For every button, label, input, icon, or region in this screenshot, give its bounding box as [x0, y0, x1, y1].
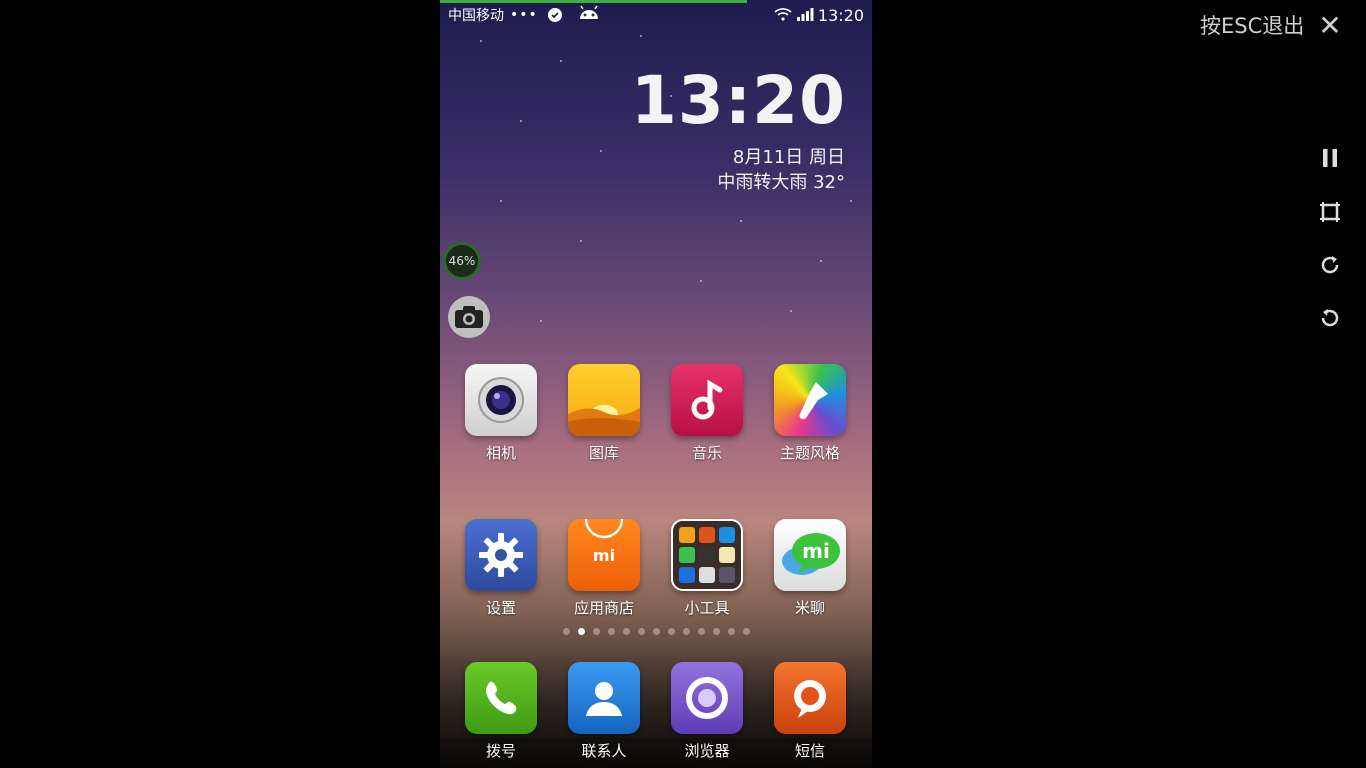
app-camera[interactable]: 相机 [453, 364, 549, 463]
gallery-icon [568, 364, 640, 436]
app-label: 米聊 [794, 599, 825, 617]
check-icon [547, 8, 562, 22]
page-dot[interactable] [607, 628, 615, 635]
page-dot[interactable] [727, 628, 735, 635]
clock-widget-time[interactable]: 13:20 [631, 62, 846, 139]
music-icon [671, 364, 743, 436]
esc-exit-hint[interactable]: 按ESC退出 ✕ [1200, 9, 1342, 42]
page-dot[interactable] [682, 628, 690, 635]
android-icon [578, 5, 600, 25]
page-dot[interactable] [652, 628, 660, 635]
fullscreen-icon[interactable] [1316, 198, 1344, 226]
browser-icon [671, 662, 743, 734]
page-dot[interactable] [562, 628, 570, 635]
esc-hint-label: 按ESC退出 [1200, 14, 1305, 38]
app-label: 拨号 [485, 742, 516, 760]
miliao-chat-icon: mi [774, 519, 846, 591]
page-dot[interactable] [577, 628, 585, 635]
phone-screen: 中国移动 ••• 13:20 13:20 8月11日 周日 中雨转大雨 32° … [440, 0, 872, 768]
app-label: 图库 [588, 444, 619, 462]
app-contacts[interactable]: 联系人 [556, 662, 652, 761]
app-browser[interactable]: 浏览器 [659, 662, 755, 761]
pause-icon[interactable] [1316, 144, 1344, 172]
clock-widget-weather[interactable]: 中雨转大雨 32° [717, 168, 845, 194]
contacts-icon [568, 662, 640, 734]
status-bar: 中国移动 ••• 13:20 [440, 3, 872, 27]
app-themes[interactable]: 主题风格 [762, 364, 858, 463]
clock-widget-date: 8月11日 周日 [732, 147, 845, 168]
settings-gear-icon [465, 519, 537, 591]
rotate-counterclockwise-icon[interactable] [1316, 304, 1344, 332]
app-label: 设置 [485, 599, 516, 617]
memory-percent: 46% [448, 254, 476, 268]
app-tools-folder[interactable]: 小工具 [659, 519, 755, 618]
page-dot[interactable] [697, 628, 705, 635]
camera-app-icon [465, 364, 537, 436]
page-dot[interactable] [712, 628, 720, 635]
page-dot[interactable] [592, 628, 600, 635]
phone-dialer-icon [465, 662, 537, 734]
app-miliao[interactable]: mi 米聊 [762, 519, 858, 618]
app-music[interactable]: 音乐 [659, 364, 755, 463]
app-label: 主题风格 [779, 444, 840, 462]
signal-icon [796, 6, 814, 25]
memory-booster-ball[interactable]: 46% [443, 242, 481, 280]
app-gallery[interactable]: 图库 [556, 364, 652, 463]
carrier-name: 中国移动 [448, 8, 504, 24]
close-icon[interactable]: ✕ [1318, 9, 1341, 42]
miliao-mark: mi [802, 539, 830, 563]
status-time: 13:20 [817, 5, 864, 25]
app-label: 音乐 [691, 444, 722, 462]
rotate-clockwise-icon[interactable] [1316, 251, 1344, 279]
page-dot[interactable] [637, 628, 645, 635]
app-messages[interactable]: 短信 [762, 662, 858, 761]
app-label: 小工具 [684, 599, 730, 617]
page-dot[interactable] [667, 628, 675, 635]
page-dot[interactable] [622, 628, 630, 635]
page-dot[interactable] [742, 628, 750, 635]
wifi-icon [774, 6, 792, 25]
screenshot-camera-icon[interactable] [448, 296, 490, 338]
app-store-icon: mi [568, 519, 640, 591]
notification-dots: ••• [510, 7, 538, 23]
app-label: 浏览器 [684, 742, 730, 760]
app-store[interactable]: mi 应用商店 [556, 519, 652, 618]
messages-icon [774, 662, 846, 734]
app-label: 联系人 [581, 742, 627, 760]
home-page-indicator[interactable] [440, 628, 872, 635]
app-label: 短信 [794, 742, 825, 760]
app-settings[interactable]: 设置 [453, 519, 549, 618]
app-dialer[interactable]: 拨号 [453, 662, 549, 761]
tools-folder-icon [671, 519, 743, 591]
app-label: 应用商店 [573, 599, 634, 617]
themes-icon [774, 364, 846, 436]
app-label: 相机 [485, 444, 516, 462]
